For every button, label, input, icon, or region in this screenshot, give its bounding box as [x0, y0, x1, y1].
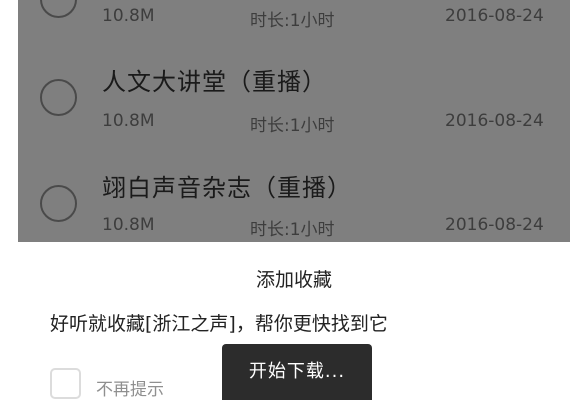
episode-title: 翊白声音杂志（重播） — [102, 174, 352, 202]
select-radio[interactable] — [40, 79, 77, 116]
list-item[interactable]: 翊白声音杂志（重播） 10.8M 时长:1小时 2016-08-24 — [18, 160, 570, 240]
download-toast: 开始下载... — [222, 344, 372, 400]
dont-remind-checkbox[interactable] — [50, 368, 81, 399]
episode-size: 10.8M — [102, 111, 155, 131]
episode-duration: 时长:1小时 — [250, 116, 335, 136]
episode-date: 2016-08-24 — [445, 111, 544, 131]
episode-title: 人文大讲堂（重播） — [102, 68, 327, 96]
episode-size: 10.8M — [102, 215, 155, 235]
episode-size: 10.8M — [102, 6, 155, 26]
list-item[interactable]: 10.8M 时长:1小时 2016-08-24 — [18, 0, 570, 40]
episode-date: 2016-08-24 — [445, 6, 544, 26]
episode-date: 2016-08-24 — [445, 215, 544, 235]
episode-duration: 时长:1小时 — [250, 220, 335, 240]
list-item[interactable]: 人文大讲堂（重播） 10.8M 时长:1小时 2016-08-24 — [18, 56, 570, 136]
dont-remind-label[interactable]: 不再提示 — [96, 375, 164, 400]
dialog-title: 添加收藏 — [255, 269, 332, 291]
select-radio[interactable] — [40, 0, 77, 18]
dialog-message: 好听就收藏[浙江之声]，帮你更快找到它 — [50, 313, 388, 335]
episode-list: 10.8M 时长:1小时 2016-08-24 人文大讲堂（重播） 10.8M … — [18, 0, 570, 242]
select-radio[interactable] — [40, 185, 77, 222]
episode-duration: 时长:1小时 — [250, 11, 335, 31]
